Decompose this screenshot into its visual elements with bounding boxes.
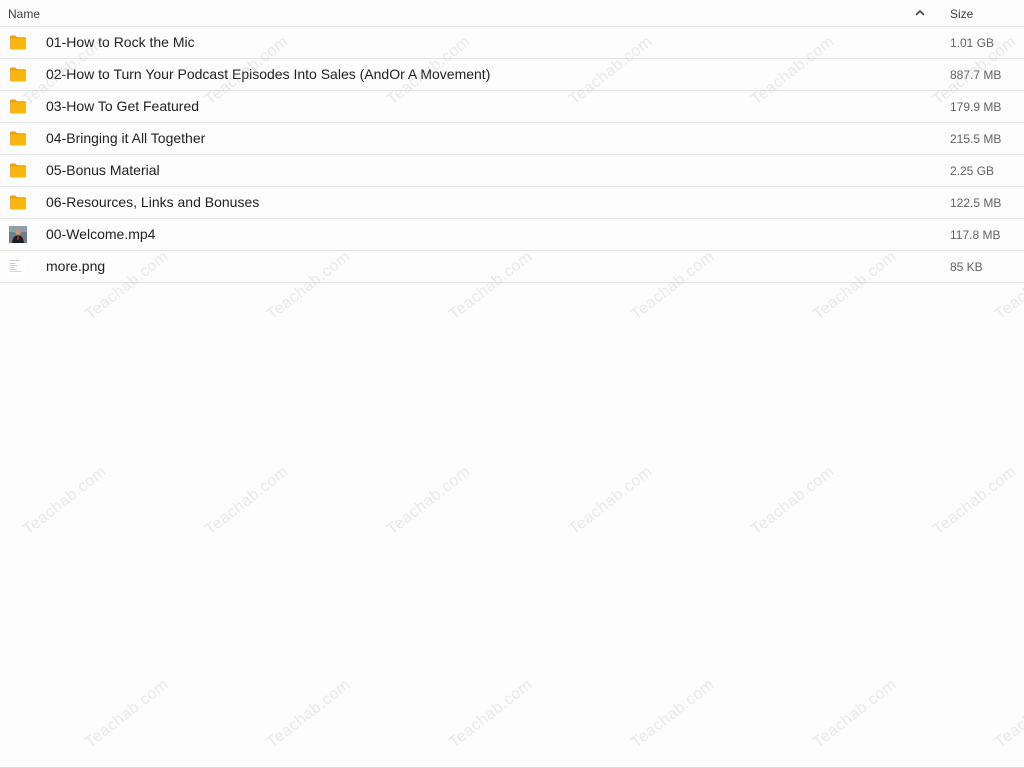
- chevron-up-icon[interactable]: [912, 5, 928, 21]
- file-name: 02-How to Turn Your Podcast Episodes Int…: [46, 66, 491, 82]
- folder-icon: [9, 66, 27, 83]
- watermark-text: Teachab.com: [566, 463, 656, 539]
- file-size: 2.25 GB: [950, 164, 995, 178]
- file-row[interactable]: 04-Bringing it All Together 215.5 MB: [0, 123, 1024, 155]
- watermark-text: Teachab.com: [810, 676, 900, 752]
- video-thumbnail-icon: [9, 226, 27, 243]
- watermark-text: Teachab.com: [446, 676, 536, 752]
- watermark-text: Teachab.com: [20, 463, 110, 539]
- file-name: more.png: [46, 258, 106, 274]
- file-size: 887.7 MB: [950, 68, 1002, 82]
- folder-icon: [9, 162, 27, 179]
- file-size: 122.5 MB: [950, 196, 1002, 210]
- folder-icon: [9, 194, 27, 211]
- file-size: 117.8 MB: [950, 228, 1001, 242]
- watermark-text: Teachab.com: [992, 676, 1024, 752]
- folder-icon: [9, 34, 27, 51]
- file-size: 1.01 GB: [950, 36, 995, 50]
- watermark-text: Teachab.com: [930, 463, 1020, 539]
- file-name: 03-How To Get Featured: [46, 98, 200, 114]
- file-name: 06-Resources, Links and Bonuses: [46, 194, 260, 210]
- file-row[interactable]: more.png 85 KB: [0, 251, 1024, 283]
- watermark-text: Teachab.com: [628, 676, 718, 752]
- file-name: 04-Bringing it All Together: [46, 130, 206, 146]
- image-thumbnail-icon: [9, 258, 27, 275]
- folder-icon: [9, 130, 27, 147]
- file-row[interactable]: 05-Bonus Material 2.25 GB: [0, 155, 1024, 187]
- column-header-bar: Name Size: [0, 0, 1024, 27]
- file-row[interactable]: 00-Welcome.mp4 117.8 MB: [0, 219, 1024, 251]
- name-column-header[interactable]: Name: [8, 6, 40, 22]
- file-browser: Name Size 01-How to Rock the Mic 1.01 GB…: [0, 0, 1024, 768]
- file-name: 05-Bonus Material: [46, 162, 160, 178]
- file-row[interactable]: 03-How To Get Featured 179.9 MB: [0, 91, 1024, 123]
- file-row[interactable]: 02-How to Turn Your Podcast Episodes Int…: [0, 59, 1024, 91]
- watermark-text: Teachab.com: [202, 463, 292, 539]
- file-size: 179.9 MB: [950, 100, 1002, 114]
- size-column-header[interactable]: Size: [950, 6, 973, 22]
- folder-icon: [9, 98, 27, 115]
- file-name: 00-Welcome.mp4: [46, 226, 156, 242]
- file-row[interactable]: 06-Resources, Links and Bonuses 122.5 MB: [0, 187, 1024, 219]
- file-list: 01-How to Rock the Mic 1.01 GB 02-How to…: [0, 27, 1024, 283]
- file-size: 85 KB: [950, 260, 983, 274]
- file-row[interactable]: 01-How to Rock the Mic 1.01 GB: [0, 27, 1024, 59]
- watermark-text: Teachab.com: [384, 463, 474, 539]
- file-name: 01-How to Rock the Mic: [46, 34, 195, 50]
- watermark-text: Teachab.com: [82, 676, 172, 752]
- watermark-text: Teachab.com: [748, 463, 838, 539]
- file-size: 215.5 MB: [950, 132, 1002, 146]
- watermark-text: Teachab.com: [264, 676, 354, 752]
